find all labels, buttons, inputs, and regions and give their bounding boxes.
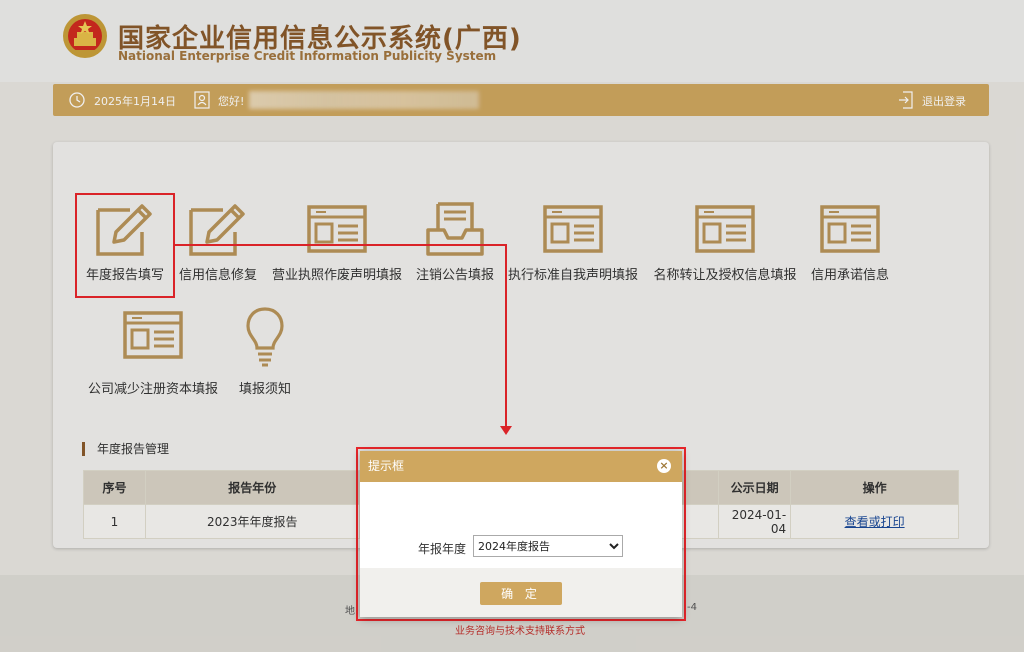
dialog-header: 提示框 × bbox=[360, 451, 682, 482]
dialog-body: 年报年度 2024年度报告 bbox=[360, 482, 682, 567]
dialog-title: 提示框 bbox=[368, 459, 405, 473]
report-year-label: 年报年度 bbox=[418, 542, 467, 556]
prompt-dialog: 提示框 × 年报年度 2024年度报告 确 定 bbox=[360, 451, 682, 617]
confirm-button[interactable]: 确 定 bbox=[480, 582, 562, 605]
close-icon[interactable]: × bbox=[657, 459, 671, 473]
dialog-footer: 确 定 bbox=[360, 568, 682, 617]
report-year-select[interactable]: 2024年度报告 bbox=[473, 535, 623, 557]
